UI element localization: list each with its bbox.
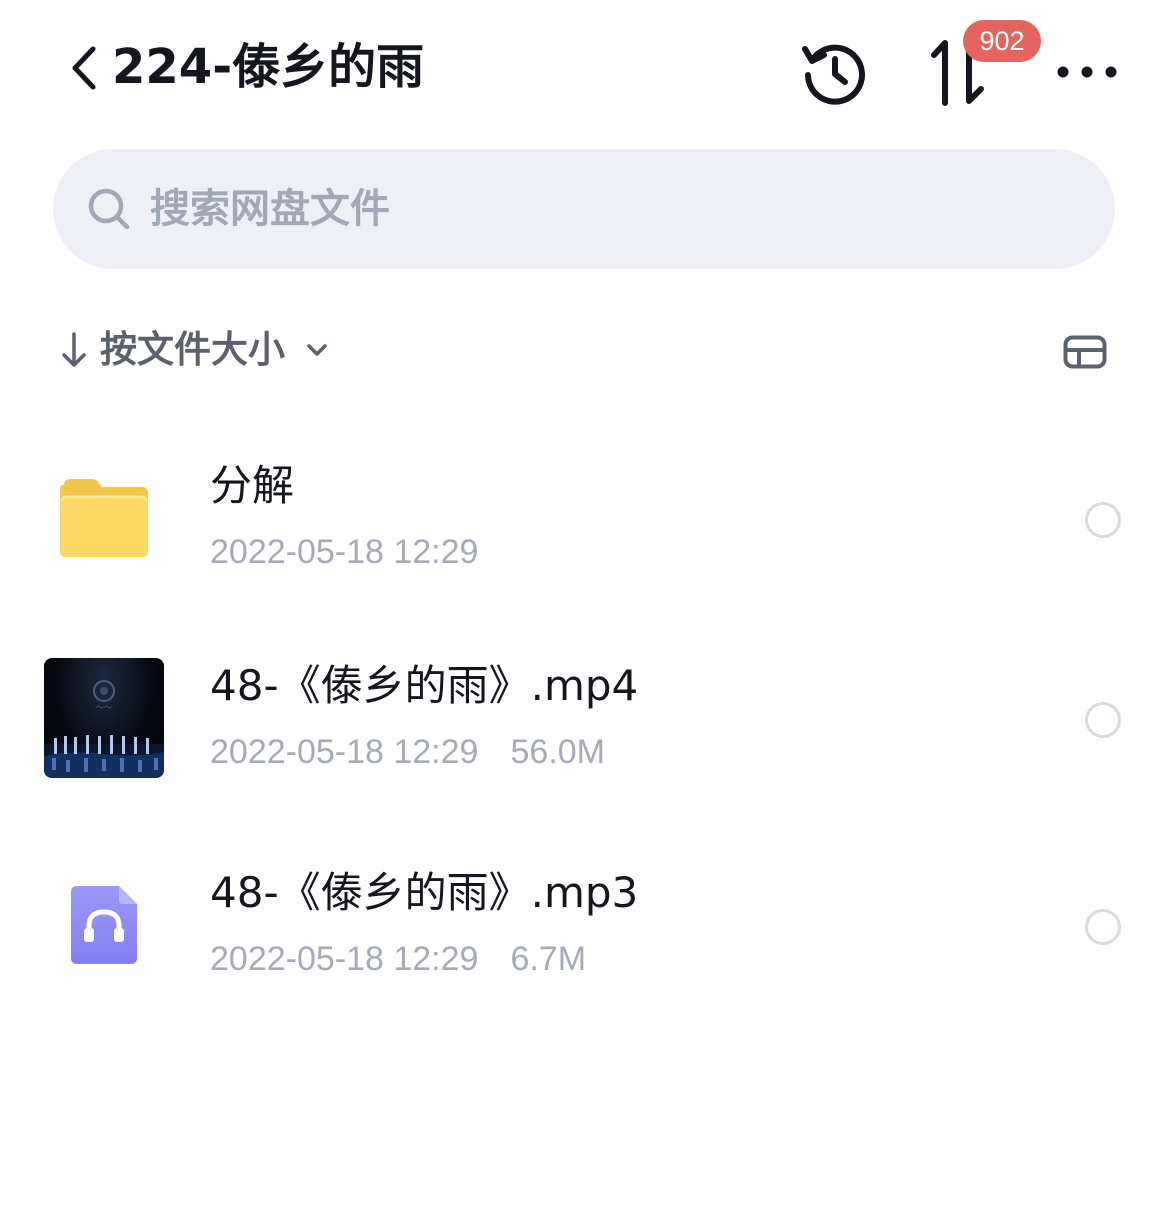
transfer-count-badge: 902 — [963, 20, 1041, 62]
file-name: 分解 — [210, 461, 295, 510]
page-title: 224-傣乡的雨 — [112, 39, 425, 95]
back-button[interactable] — [62, 44, 106, 92]
file-date: 2022-05-18 12:29 — [210, 533, 479, 571]
file-row-video[interactable]: ～～ 48-《傣乡的雨》.mp4 2022-05-18 12:29 56.0M — [0, 610, 1168, 810]
folder-icon — [44, 458, 164, 578]
chevron-left-icon — [72, 46, 96, 90]
chevron-down-icon — [307, 344, 327, 356]
view-toggle-icon — [1063, 335, 1107, 369]
file-date: 2022-05-18 12:29 — [210, 733, 479, 771]
svg-text:～～: ～～ — [96, 703, 112, 712]
sort-dropdown[interactable]: 按文件大小 — [58, 320, 331, 380]
select-radio[interactable] — [1085, 909, 1121, 945]
file-name: 48-《傣乡的雨》.mp3 — [210, 868, 639, 917]
file-size: 6.7M — [510, 940, 587, 978]
sort-label: 按文件大小 — [100, 328, 285, 371]
history-button[interactable] — [796, 34, 872, 110]
file-meta: 2022-05-18 12:29 — [210, 530, 478, 574]
more-button[interactable] — [1050, 44, 1124, 100]
file-date: 2022-05-18 12:29 — [210, 940, 479, 978]
file-size: 56.0M — [510, 733, 605, 771]
file-row-audio[interactable]: 48-《傣乡的雨》.mp3 2022-05-18 12:29 6.7M — [0, 817, 1168, 1017]
select-radio[interactable] — [1085, 702, 1121, 738]
arrow-down-icon — [62, 332, 86, 367]
top-bar: 224-傣乡的雨 902 — [0, 0, 1168, 140]
file-name: 48-《傣乡的雨》.mp4 — [210, 661, 639, 710]
history-icon — [802, 44, 865, 105]
more-icon — [1057, 66, 1117, 78]
file-row-folder[interactable]: 分解 2022-05-18 12:29 — [0, 410, 1168, 610]
file-meta: 2022-05-18 12:29 6.7M — [210, 937, 586, 981]
audio-file-icon — [44, 865, 164, 985]
select-radio[interactable] — [1085, 502, 1121, 538]
view-toggle-button[interactable] — [1058, 330, 1112, 374]
search-placeholder: 搜索网盘文件 — [150, 186, 390, 232]
video-thumbnail: ～～ — [44, 658, 164, 778]
file-meta: 2022-05-18 12:29 56.0M — [210, 730, 605, 774]
search-icon — [88, 188, 130, 230]
